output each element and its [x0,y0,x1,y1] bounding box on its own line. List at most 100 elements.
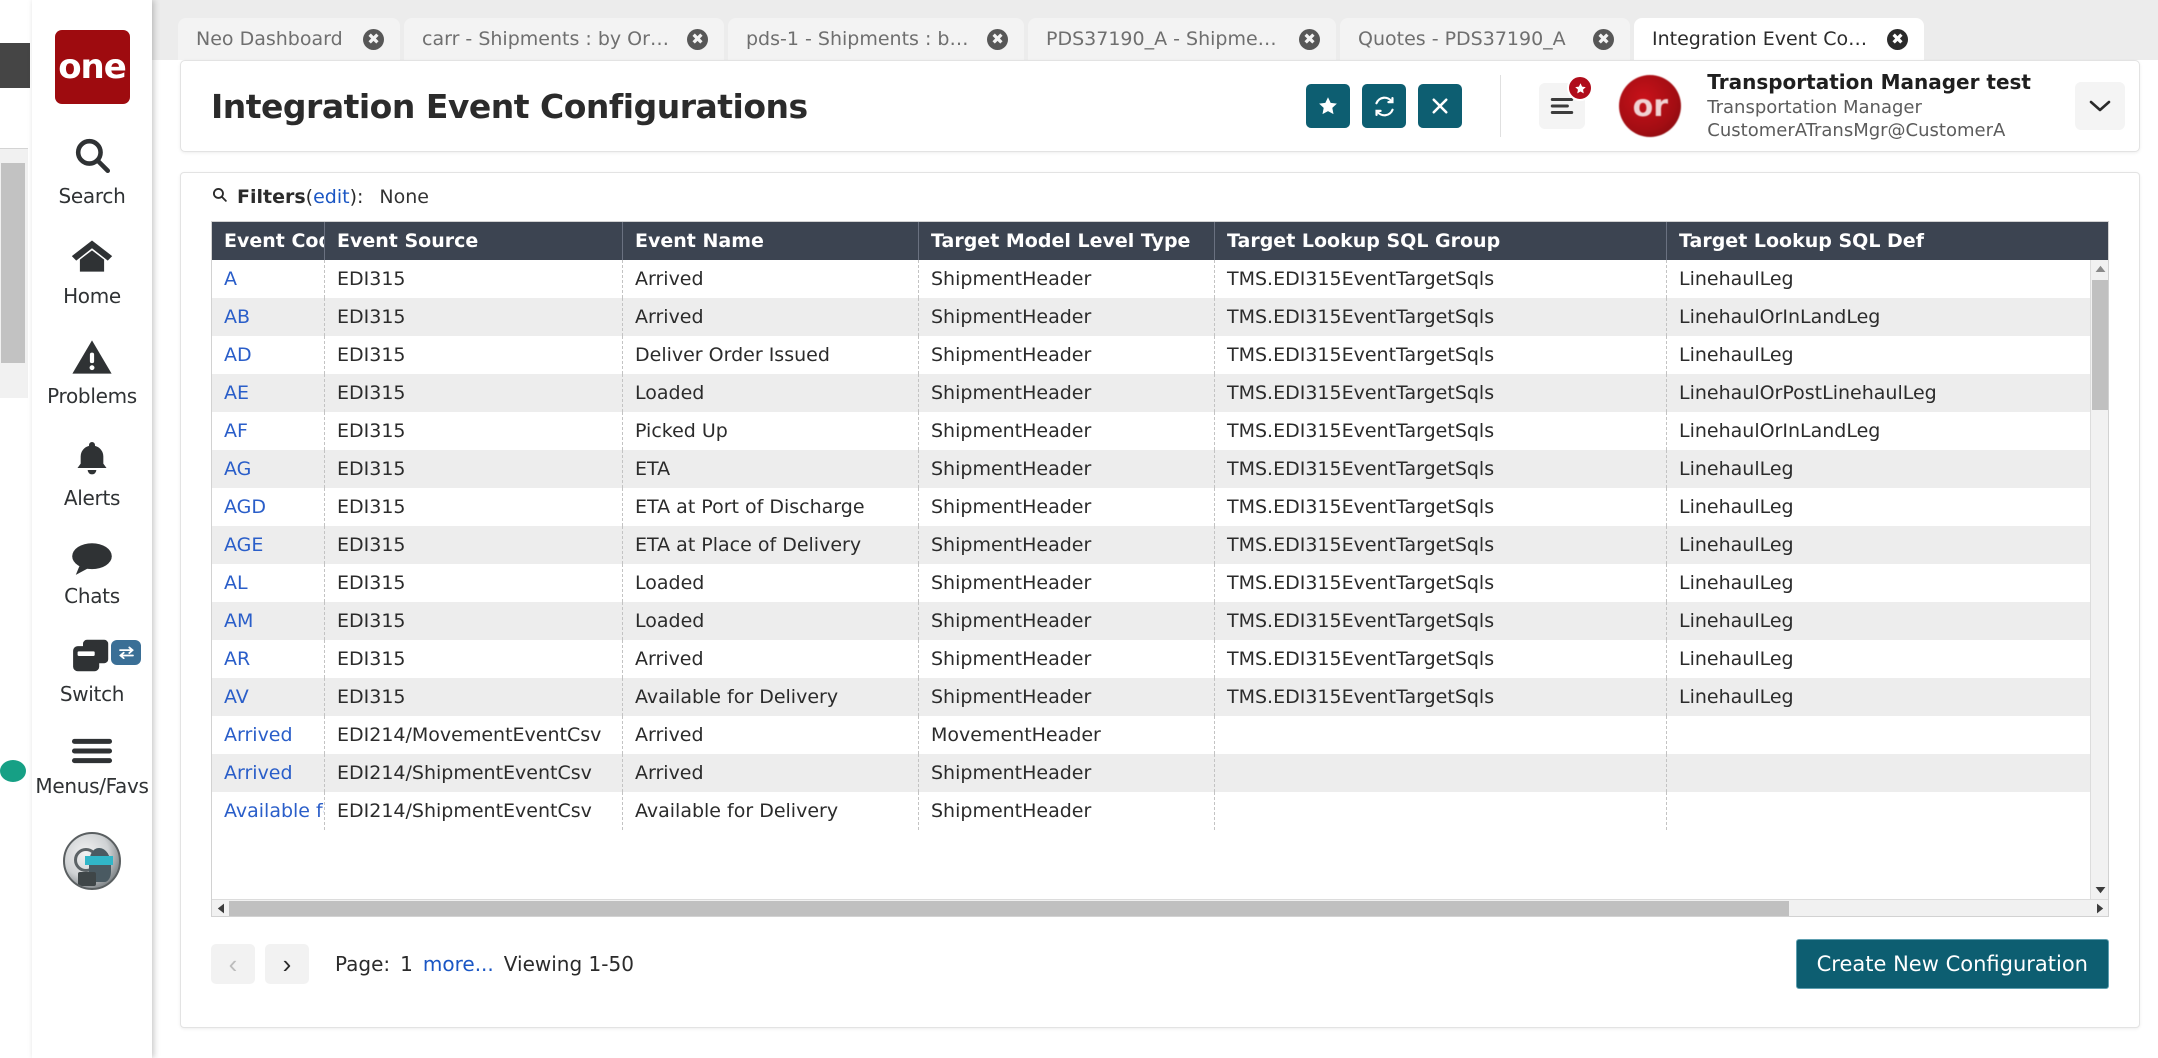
table-cell: ShipmentHeader [919,564,1215,602]
bell-icon [72,438,112,483]
table-row[interactable]: ABEDI315ArrivedShipmentHeaderTMS.EDI315E… [212,298,2090,336]
table-row[interactable]: AGEEDI315ETA at Place of DeliveryShipmen… [212,526,2090,564]
table-cell: ShipmentHeader [919,792,1215,830]
background-dark-strip [0,43,30,88]
table-cell: ShipmentHeader [919,754,1215,792]
tab-close-icon[interactable]: ✖ [987,29,1008,50]
table-cell: EDI315 [325,678,623,716]
sidebar-item-search[interactable]: Search [37,134,147,208]
event-code-link[interactable]: A [212,260,325,298]
table-cell: EDI214/ShipmentEventCsv [325,754,623,792]
tab-close-icon[interactable]: ✖ [363,29,384,50]
next-page-button[interactable]: › [265,944,309,984]
sidebar-avatar[interactable] [63,832,121,890]
grid-horizontal-scrollbar[interactable] [212,899,2108,916]
grid-column-header[interactable]: Event Source [325,222,623,260]
event-code-link[interactable]: AB [212,298,325,336]
table-row[interactable]: AEEDI315LoadedShipmentHeaderTMS.EDI315Ev… [212,374,2090,412]
filters-value: None [379,186,429,208]
browser-tab[interactable]: Quotes - PDS37190_A✖ [1340,18,1630,60]
filters-edit-link[interactable]: edit [313,186,349,208]
grid-horizontal-scrollbar-thumb[interactable] [229,901,1789,916]
grid-vertical-scrollbar-thumb[interactable] [2092,280,2108,410]
grid-column-header[interactable]: Target Lookup SQL Group [1215,222,1667,260]
close-button[interactable] [1418,84,1462,128]
sidebar-item-label: Problems [47,384,137,408]
previous-page-button[interactable]: ‹ [211,944,255,984]
browser-tab-label: Integration Event Configurations [1652,28,1869,50]
event-code-link[interactable]: AG [212,450,325,488]
sidebar-item-menus-favs[interactable]: Menus/Favs [37,736,147,798]
event-code-link[interactable]: AL [212,564,325,602]
scroll-up-icon[interactable] [2091,260,2108,278]
event-code-link[interactable]: AR [212,640,325,678]
sidebar-item-alerts[interactable]: Alerts [37,438,147,510]
table-cell: ShipmentHeader [919,526,1215,564]
table-row[interactable]: ALEDI315LoadedShipmentHeaderTMS.EDI315Ev… [212,564,2090,602]
event-code-link[interactable]: AD [212,336,325,374]
table-cell: TMS.EDI315EventTargetSqls [1215,678,1667,716]
table-row[interactable]: AFEDI315Picked UpShipmentHeaderTMS.EDI31… [212,412,2090,450]
table-cell: TMS.EDI315EventTargetSqls [1215,564,1667,602]
browser-tab[interactable]: carr - Shipments : by Originator✖ [404,18,724,60]
table-cell [1667,754,2087,792]
tab-close-icon[interactable]: ✖ [1887,29,1908,50]
event-code-link[interactable]: AGE [212,526,325,564]
header-menu-button[interactable] [1539,83,1585,129]
table-row[interactable]: ArrivedEDI214/MovementEventCsvArrivedMov… [212,716,2090,754]
user-avatar[interactable]: or [1619,75,1681,137]
table-row[interactable]: AREDI315ArrivedShipmentHeaderTMS.EDI315E… [212,640,2090,678]
grid-column-header[interactable]: Event Name [623,222,919,260]
event-code-link[interactable]: Available for [212,792,325,830]
table-row[interactable]: AVEDI315Available for DeliveryShipmentHe… [212,678,2090,716]
event-code-link[interactable]: AGD [212,488,325,526]
browser-tab[interactable]: PDS37190_A - Shipments : by S...✖ [1028,18,1336,60]
chevron-down-icon[interactable] [2075,82,2125,130]
table-row[interactable]: AMEDI315LoadedShipmentHeaderTMS.EDI315Ev… [212,602,2090,640]
create-new-configuration-button[interactable]: Create New Configuration [1796,939,2109,989]
sidebar-item-home[interactable]: Home [37,238,147,308]
event-code-link[interactable]: AF [212,412,325,450]
sidebar-item-problems[interactable]: Problems [37,338,147,408]
table-row[interactable]: AEDI315ArrivedShipmentHeaderTMS.EDI315Ev… [212,260,2090,298]
refresh-button[interactable] [1362,84,1406,128]
scroll-left-icon[interactable] [212,900,229,917]
table-cell: LinehaulOrInLandLeg [1667,298,2087,336]
browser-tab-label: Neo Dashboard [196,28,343,50]
pager-more-link[interactable]: more... [423,952,494,976]
event-code-link[interactable]: Arrived [212,716,325,754]
user-role: Transportation Manager [1707,96,2031,119]
page-number[interactable]: 1 [400,952,413,976]
grid-vertical-scrollbar[interactable] [2090,260,2108,899]
event-code-link[interactable]: AE [212,374,325,412]
chevron-right-icon: › [283,949,292,980]
table-cell: ShipmentHeader [919,640,1215,678]
browser-tab[interactable]: Integration Event Configurations ✖ [1634,18,1924,60]
table-cell: Loaded [623,602,919,640]
event-code-link[interactable]: AM [212,602,325,640]
switch-toggle-badge[interactable] [111,640,141,665]
grid-column-header[interactable]: Event Code [212,222,325,260]
table-row[interactable]: ADEDI315Deliver Order IssuedShipmentHead… [212,336,2090,374]
table-cell: Arrived [623,754,919,792]
tab-close-icon[interactable]: ✖ [1299,29,1320,50]
event-code-link[interactable]: AV [212,678,325,716]
grid-column-header[interactable]: Target Lookup SQL Def [1667,222,2087,260]
sidebar-item-switch[interactable]: Switch [37,638,147,706]
tab-close-icon[interactable]: ✖ [1593,29,1614,50]
event-code-link[interactable]: Arrived [212,754,325,792]
sidebar-item-chats[interactable]: Chats [37,540,147,608]
table-row[interactable]: AGDEDI315ETA at Port of DischargeShipmen… [212,488,2090,526]
browser-tab[interactable]: Neo Dashboard ✖ [178,18,400,60]
scroll-down-icon[interactable] [2091,881,2108,899]
table-row[interactable]: AGEDI315ETAShipmentHeaderTMS.EDI315Event… [212,450,2090,488]
brand-logo[interactable]: one [55,30,130,104]
tab-close-icon[interactable]: ✖ [687,29,708,50]
grid-column-header[interactable]: Target Model Level Type [919,222,1215,260]
scroll-right-icon[interactable] [2091,900,2108,917]
favorite-button[interactable] [1306,84,1350,128]
table-row[interactable]: ArrivedEDI214/ShipmentEventCsvArrivedShi… [212,754,2090,792]
hamburger-icon [71,736,113,771]
table-row[interactable]: Available forEDI214/ShipmentEventCsvAvai… [212,792,2090,830]
browser-tab[interactable]: pds-1 - Shipments : by Shipme...✖ [728,18,1024,60]
